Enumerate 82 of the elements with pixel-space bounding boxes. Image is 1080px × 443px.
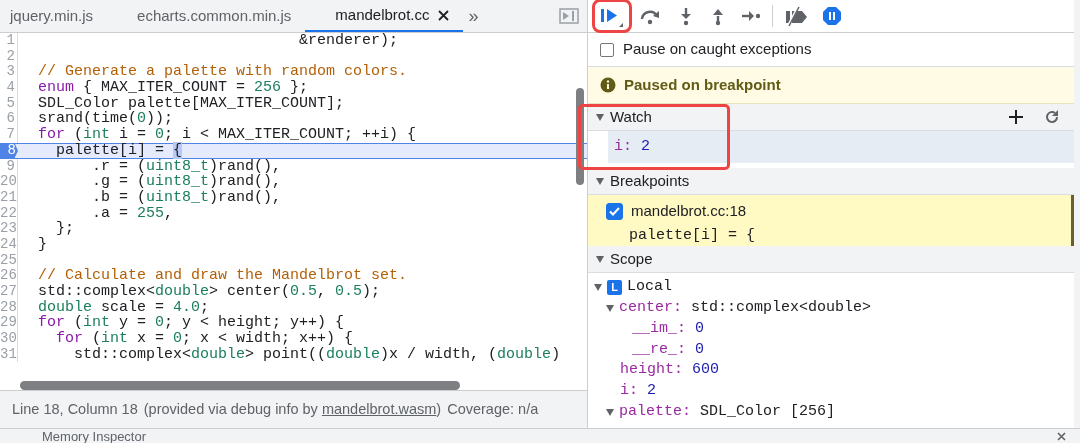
scope-variable[interactable]: palette: SDL_Color [256] xyxy=(619,400,836,424)
line-number[interactable]: 3 xyxy=(0,64,18,81)
line-number[interactable]: 5 xyxy=(0,95,18,112)
line-number[interactable]: 29 xyxy=(0,315,18,332)
expand-arrow-icon[interactable] xyxy=(606,408,614,416)
line-number[interactable]: 26 xyxy=(0,268,18,284)
line-number[interactable]: 7 xyxy=(0,127,18,143)
section-title[interactable]: Watch xyxy=(610,105,652,129)
line-number[interactable]: 21 xyxy=(0,189,18,206)
checkbox-label: Pause on caught exceptions xyxy=(623,39,812,60)
code-line: for (int i = 0; i < MAX_ITER_COUNT; ++i) { xyxy=(37,127,417,143)
line-number[interactable]: 27 xyxy=(0,284,18,300)
scope-variable[interactable]: i: 2 xyxy=(620,380,657,403)
line-number[interactable]: 6 xyxy=(0,111,18,128)
code-line: std::complex<double> center(0.5, 0.5); xyxy=(37,284,381,300)
checkmark-icon xyxy=(609,206,620,216)
line-number[interactable]: 25 xyxy=(0,252,18,269)
info-icon xyxy=(600,77,616,93)
line-number[interactable]: 8 xyxy=(0,142,18,159)
more-tabs-button[interactable]: » xyxy=(462,0,493,32)
code-line: .b = (uint8_t)rand(), xyxy=(91,189,282,206)
add-icon[interactable] xyxy=(1008,109,1024,125)
slashed-label-icon xyxy=(784,5,808,27)
expand-arrow-icon[interactable] xyxy=(596,113,604,121)
line-number[interactable]: 9 xyxy=(0,158,18,175)
line-number[interactable]: 30 xyxy=(0,331,18,347)
code-line: std::complex<double> point((double)x / width, (double) xyxy=(73,346,561,363)
scope-variable[interactable]: center: std::complex<double> xyxy=(619,296,872,320)
code-line: for (int y = 0; y < height; y++) { xyxy=(37,315,345,332)
pause-icon xyxy=(822,6,842,26)
line-number[interactable]: 1 xyxy=(0,33,18,49)
coverage-info: Coverage: n/a xyxy=(447,399,539,419)
code-line: // Calculate and draw the Mandelbrot set. xyxy=(37,268,408,284)
refresh-icon[interactable] xyxy=(1044,109,1060,125)
code-line: .r = (uint8_t)rand(), xyxy=(91,158,282,175)
code-line: }; xyxy=(55,221,74,237)
scope-variable[interactable]: __re_: 0 xyxy=(632,338,705,362)
code-line: .g = (uint8_t)rand(), xyxy=(91,174,282,190)
line-number[interactable]: 23 xyxy=(0,221,18,237)
expand-arrow-icon[interactable] xyxy=(596,177,604,185)
code-line: } xyxy=(37,236,47,253)
drawer-tab[interactable]: Memory Inspector xyxy=(42,429,147,443)
source-link[interactable]: mandelbrot.wasm xyxy=(321,400,437,417)
code-line: enum { MAX_ITER_COUNT = 256 }; xyxy=(37,80,309,96)
section-title[interactable]: Breakpoints xyxy=(610,169,690,193)
close-icon[interactable] xyxy=(437,9,449,21)
file-tab[interactable]: mandelbrot.cc xyxy=(305,0,463,32)
expand-arrow-icon[interactable] xyxy=(596,255,604,263)
paused-message: Paused on breakpoint xyxy=(624,74,781,95)
expand-arrow-icon[interactable] xyxy=(606,304,614,312)
scope-variable[interactable]: height: 600 xyxy=(620,359,720,382)
checkbox[interactable] xyxy=(600,42,614,57)
line-number[interactable]: 31 xyxy=(0,346,18,363)
code-line: palette[i] = { xyxy=(55,142,183,159)
file-tab[interactable]: jquery.min.js xyxy=(0,0,108,32)
sidebar-toggle-icon[interactable] xyxy=(559,8,579,24)
section-title[interactable]: Scope xyxy=(610,247,653,271)
scope-name[interactable]: Local xyxy=(627,276,672,299)
line-number[interactable]: 4 xyxy=(0,80,18,96)
watch-expression[interactable]: i: 2 xyxy=(608,131,1074,163)
breakpoint-location[interactable]: mandelbrot.cc:18 xyxy=(631,200,747,223)
line-number[interactable]: 22 xyxy=(0,205,18,222)
scope-badge: L xyxy=(607,279,622,295)
checkbox[interactable] xyxy=(606,202,623,220)
source-info: (provided via debug info by mandelbrot.wasm) xyxy=(143,399,442,419)
line-number[interactable]: 24 xyxy=(0,236,18,253)
code-line: for (int x = 0; x < width; x++) { xyxy=(55,331,354,347)
scrollbar-thumb[interactable] xyxy=(576,88,584,185)
code-line: double scale = 4.0; xyxy=(37,299,210,316)
line-number[interactable]: 20 xyxy=(0,174,18,190)
code-line: SDL_Color palette[MAX_ITER_COUNT]; xyxy=(37,95,345,112)
code-line: srand(time(0)); xyxy=(37,111,174,128)
code-line: // Generate a palette with random colors. xyxy=(37,64,408,81)
file-tab[interactable]: echarts.common.min.js xyxy=(107,0,306,32)
scrollbar-thumb[interactable] xyxy=(20,381,460,390)
line-number[interactable]: 2 xyxy=(0,48,18,65)
code-line: .a = 255, xyxy=(91,205,174,222)
code-line: &renderer); xyxy=(298,33,399,49)
cursor-position: Line 18, Column 18 xyxy=(12,399,138,419)
line-number[interactable]: 28 xyxy=(0,299,18,316)
breakpoint-code: palette[i] = { xyxy=(629,225,756,246)
scope-variable[interactable]: __im_: 0 xyxy=(632,317,705,341)
